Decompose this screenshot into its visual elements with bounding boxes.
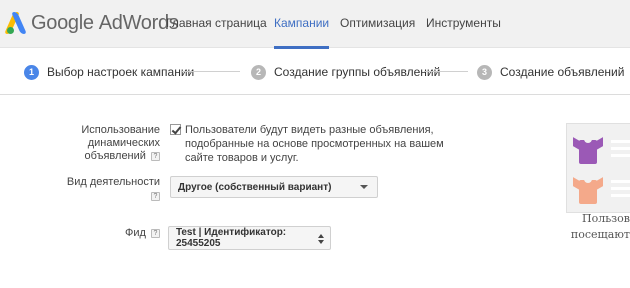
step-1-number: 1 [24, 64, 39, 80]
dynamic-ads-checkbox[interactable] [170, 124, 181, 135]
dynamic-ads-label: Использование динамических объявлений ? [40, 124, 160, 163]
top-header: Google AdWords Главная страница Кампании… [0, 0, 630, 49]
dynamic-ads-label-line: Использование [81, 124, 160, 136]
dynamic-ads-option: Пользователи будут видеть разные объявле… [170, 123, 453, 165]
business-type-value: Другое (собственный вариант) [178, 181, 332, 193]
feed-label-text: Фид [125, 227, 146, 239]
step-3-number: 3 [477, 64, 492, 80]
placeholder-lines [611, 180, 630, 201]
dynamic-ads-preview [566, 123, 630, 213]
dynamic-ads-label-text: объявлений [84, 150, 146, 162]
adwords-logo-icon [4, 12, 27, 34]
peach-shirt-icon [573, 176, 603, 204]
campaign-stepper: 1 Выбор настроек кампании 2 Создание гру… [0, 49, 630, 95]
nav-home[interactable]: Главная страница [166, 0, 267, 48]
dynamic-ads-checkbox-text: Пользователи будут видеть разные объявле… [185, 124, 444, 164]
logo-google-text: Google [31, 11, 94, 34]
nav-campaigns[interactable]: Кампании [274, 0, 330, 49]
up-down-arrows-icon [318, 233, 325, 246]
nav-tools[interactable]: Инструменты [426, 0, 501, 48]
preview-caption-line: посещают [570, 228, 630, 241]
chevron-down-icon [360, 185, 368, 189]
adwords-logo[interactable]: Google AdWords [4, 10, 179, 36]
dynamic-ads-label-line: объявлений ? [40, 150, 160, 163]
step-connector [182, 71, 240, 72]
feed-value: Test | Идентификатор: 25455205 [176, 227, 287, 249]
step-1[interactable]: 1 Выбор настроек кампании [24, 63, 194, 81]
feed-select[interactable]: Test | Идентификатор: 25455205 [168, 226, 331, 250]
preview-caption-line: Пользов [581, 212, 630, 225]
step-3-label: Создание объявлений [500, 65, 625, 79]
step-2-number: 2 [251, 64, 266, 80]
feed-label: Фид ? [40, 227, 160, 240]
nav-optimization[interactable]: Оптимизация [340, 0, 415, 48]
help-icon[interactable]: ? [151, 228, 160, 238]
business-type-select[interactable]: Другое (собственный вариант) [170, 176, 378, 198]
business-type-label: Вид деятельности ? [40, 176, 160, 203]
purple-shirt-icon [573, 136, 603, 164]
step-3[interactable]: 3 Создание объявлений [477, 63, 624, 81]
step-connector [424, 71, 468, 72]
dynamic-ads-label-line: динамических [87, 137, 160, 149]
placeholder-lines [611, 140, 630, 161]
help-icon[interactable]: ? [151, 191, 160, 201]
help-icon[interactable]: ? [151, 151, 160, 161]
business-type-label-line: Вид деятельности [40, 176, 160, 189]
step-2[interactable]: 2 Создание группы объявлений [251, 63, 440, 81]
step-2-label: Создание группы объявлений [274, 65, 441, 79]
business-type-help-line: ? [40, 190, 160, 203]
business-type-label-text: Вид деятельности [66, 176, 160, 188]
step-1-label: Выбор настроек кампании [47, 65, 195, 79]
